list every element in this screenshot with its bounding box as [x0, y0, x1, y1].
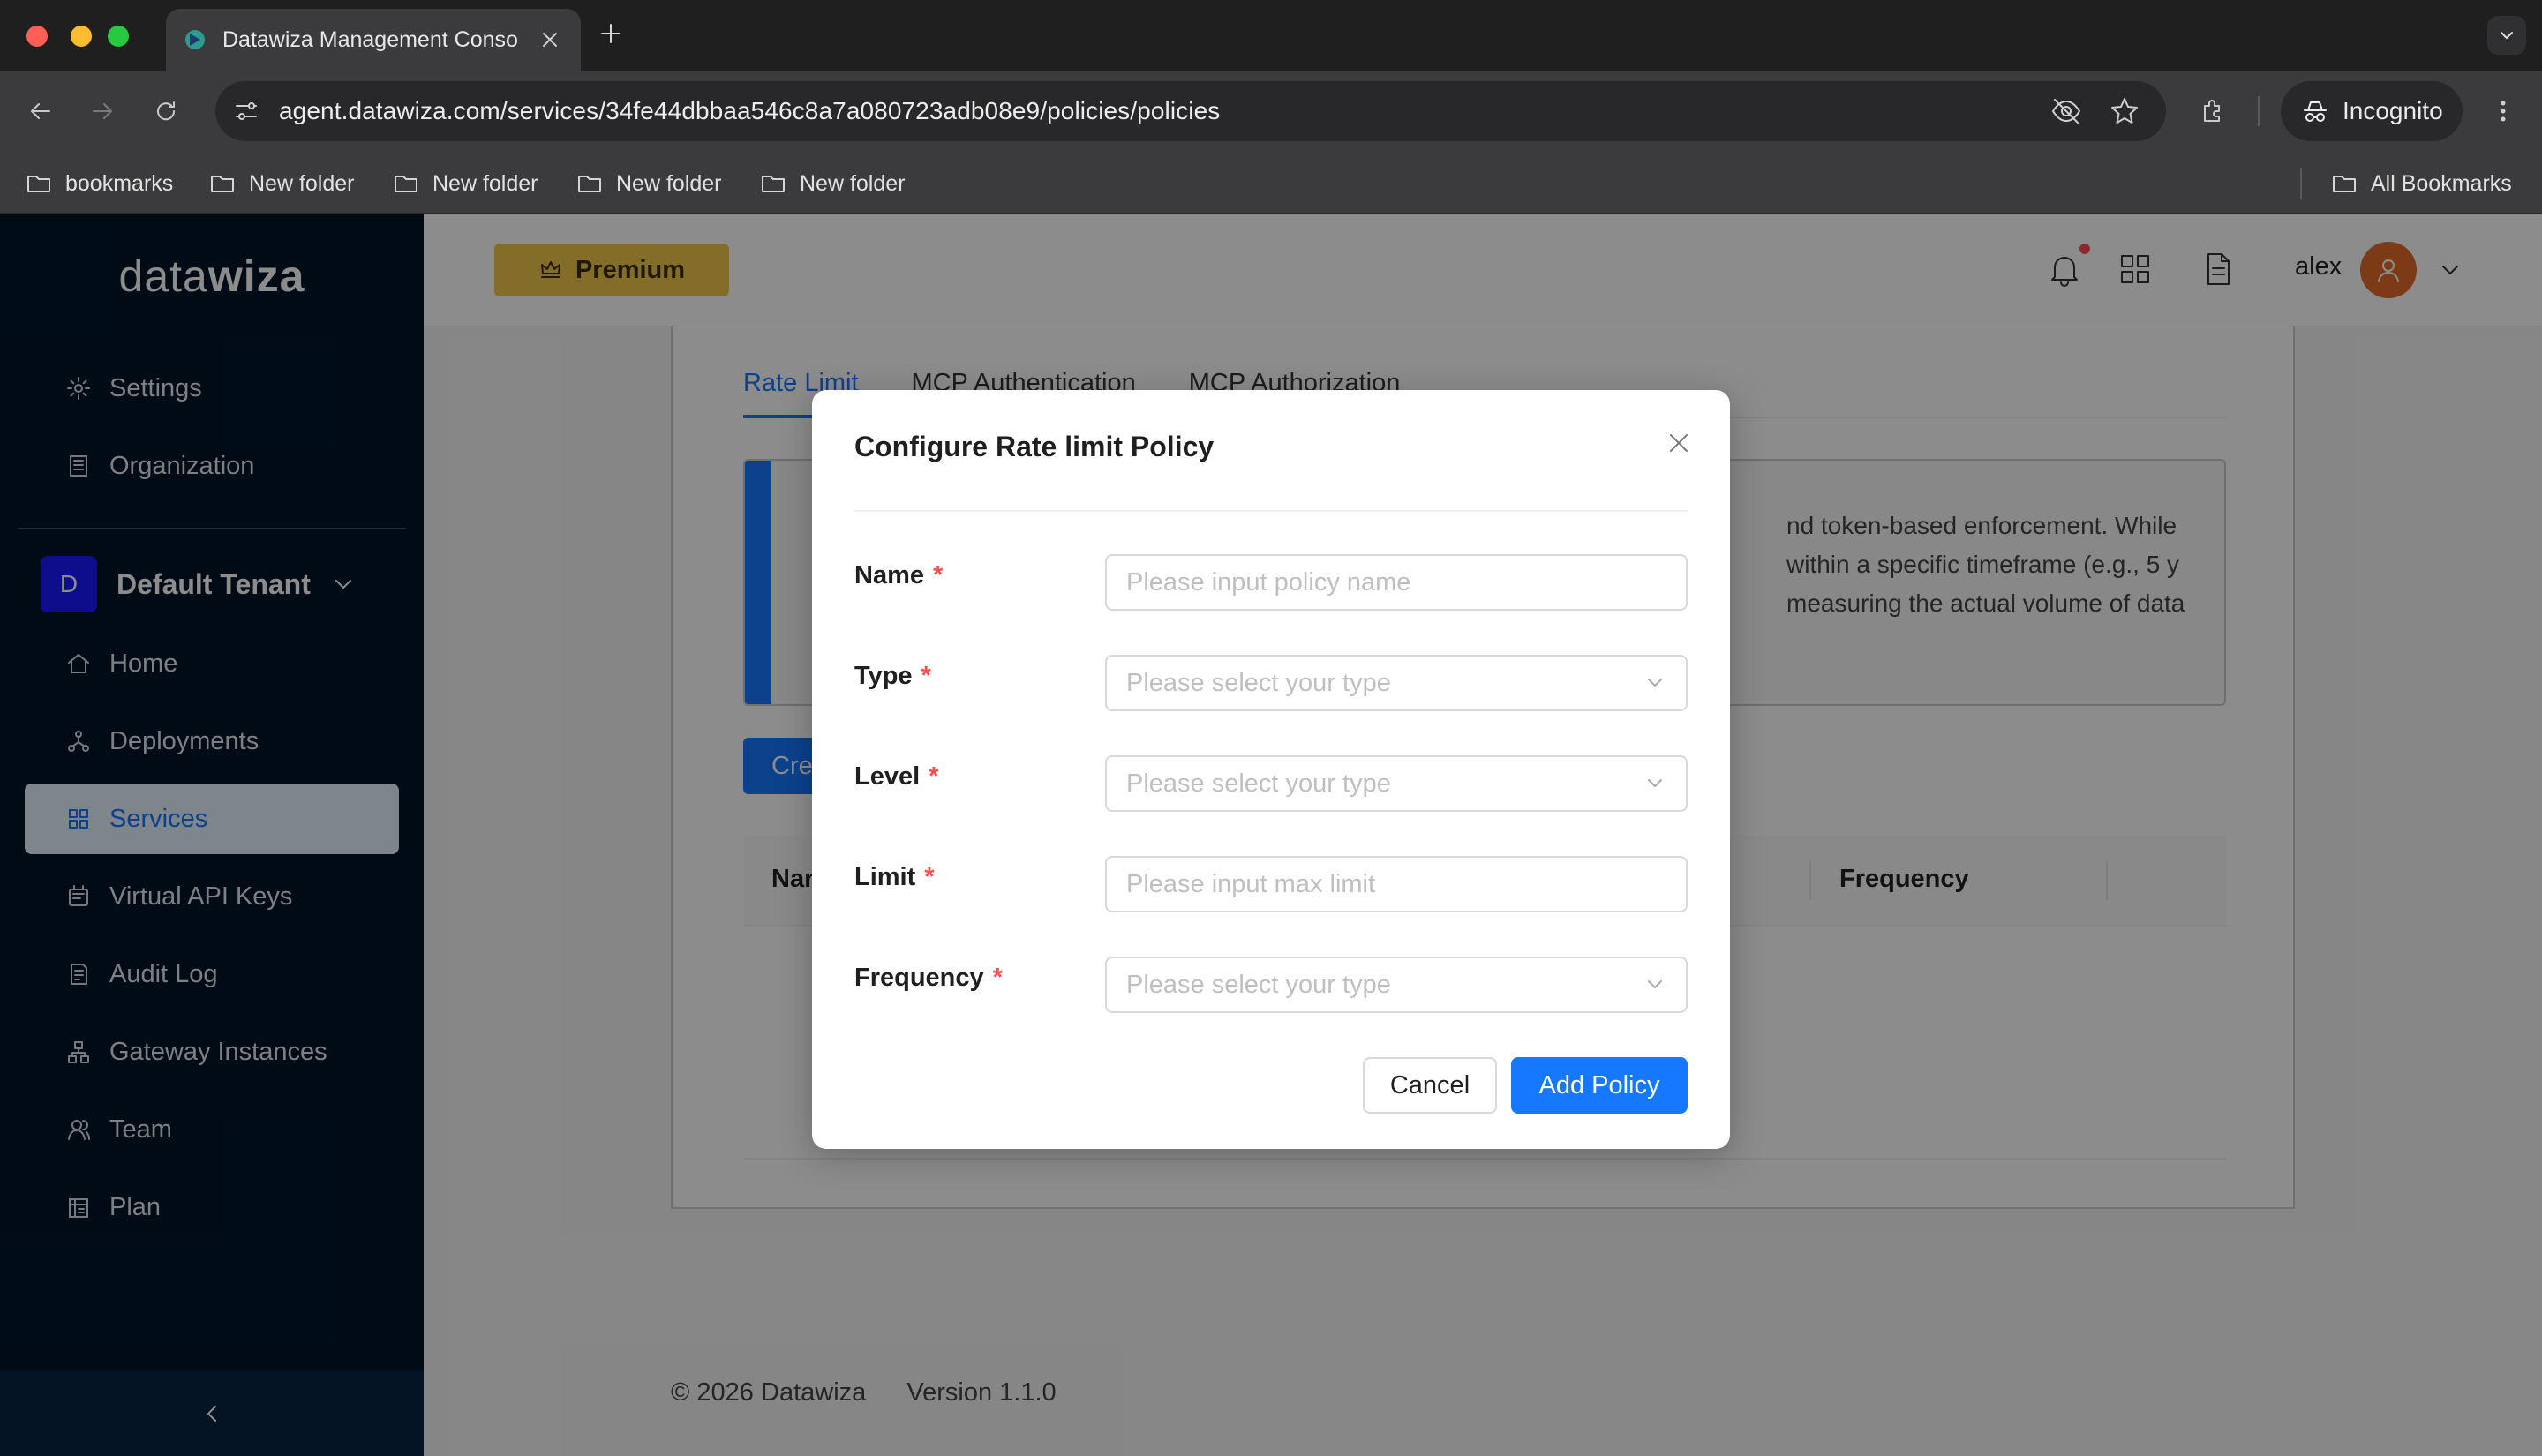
add-policy-button[interactable]: Add Policy — [1511, 1057, 1688, 1114]
datawiza-favicon-icon — [184, 28, 207, 51]
bookmark-folder[interactable]: New folder — [759, 166, 906, 201]
all-bookmarks-label: All Bookmarks — [2371, 170, 2512, 196]
reload-icon — [157, 101, 176, 121]
folder-icon — [211, 176, 234, 192]
address-bar[interactable]: agent.datawiza.com/services/34fe44dbbaa5… — [215, 81, 2166, 141]
arrow-left-icon — [31, 103, 50, 119]
toolbar-divider — [2258, 96, 2260, 126]
reload-button[interactable] — [148, 94, 184, 129]
field-label: Frequency * — [854, 964, 1003, 992]
bookmarks-bar: bookmarks New folder New folder New fold… — [0, 152, 2542, 214]
select-placeholder: Please select your type — [1126, 668, 1391, 697]
bookmark-label: New folder — [432, 170, 538, 196]
bookmark-folder[interactable]: New folder — [575, 166, 722, 201]
field-label: Name * — [854, 561, 944, 589]
form-row-name: Name * — [854, 554, 1688, 611]
bookmarks-divider — [2300, 168, 2302, 199]
incognito-indicator[interactable]: Incognito — [2281, 81, 2463, 141]
incognito-label: Incognito — [2343, 97, 2443, 124]
form-row-level: Level * Please select your type — [854, 755, 1688, 812]
browser-menu-button[interactable] — [2486, 94, 2521, 129]
form-row-limit: Limit * — [854, 856, 1688, 912]
type-select[interactable]: Please select your type — [1105, 655, 1688, 711]
frequency-select[interactable]: Please select your type — [1105, 957, 1688, 1013]
policy-name-input[interactable] — [1126, 567, 1666, 597]
modal-divider — [854, 510, 1688, 512]
limit-field[interactable] — [1105, 856, 1688, 912]
kebab-menu-icon — [2501, 101, 2506, 122]
field-label: Level * — [854, 762, 939, 791]
field-label: Limit * — [854, 863, 935, 891]
configure-rate-limit-modal: Configure Rate limit Policy Name* Type* … — [812, 390, 1730, 1149]
folder-icon — [578, 176, 601, 192]
modal-title: Configure Rate limit Policy — [854, 431, 1215, 462]
browser-tab[interactable]: Datawiza Management Conso — [166, 9, 581, 71]
select-placeholder: Please select your type — [1126, 769, 1391, 798]
bookmark-label: New folder — [616, 170, 722, 196]
field-label: Type * — [854, 662, 931, 690]
browser-tab-strip: Datawiza Management Conso — [0, 0, 2542, 71]
puzzle-icon — [2204, 100, 2220, 122]
site-settings-icon[interactable] — [231, 96, 261, 126]
chevron-down-icon — [1648, 679, 1662, 687]
forward-button[interactable] — [85, 94, 120, 129]
select-placeholder: Please select your type — [1126, 970, 1391, 999]
form-row-type: Type * Please select your type — [854, 655, 1688, 711]
max-limit-input[interactable] — [1126, 869, 1666, 899]
chevron-down-icon — [1648, 980, 1662, 988]
back-button[interactable] — [23, 94, 58, 129]
close-tab-icon[interactable] — [537, 26, 563, 53]
arrow-right-icon — [93, 103, 112, 119]
required-asterisk: * — [933, 561, 944, 589]
tab-title: Datawiza Management Conso — [222, 26, 518, 52]
eye-off-icon[interactable] — [2049, 94, 2083, 128]
bookmark-label: New folder — [800, 170, 906, 196]
close-window-button[interactable] — [26, 26, 48, 47]
form-row-frequency: Frequency * Please select your type — [854, 957, 1688, 1013]
folder-icon — [27, 176, 50, 192]
required-asterisk: * — [921, 662, 931, 690]
policy-name-field[interactable] — [1105, 554, 1688, 611]
incognito-icon — [2304, 101, 2327, 122]
bookmark-folder[interactable]: New folder — [208, 166, 355, 201]
required-asterisk: * — [929, 762, 939, 791]
bookmark-label: bookmarks — [65, 170, 174, 196]
bookmark-star-icon[interactable] — [2108, 94, 2141, 128]
required-asterisk: * — [992, 964, 1003, 992]
bookmark-folder[interactable]: bookmarks — [25, 166, 173, 201]
required-asterisk: * — [924, 863, 935, 891]
folder-icon — [762, 176, 785, 192]
chevron-down-icon — [2501, 32, 2513, 39]
extensions-button[interactable] — [2194, 94, 2230, 129]
cancel-button[interactable]: Cancel — [1363, 1057, 1497, 1114]
folder-icon — [395, 176, 417, 192]
minimize-window-button[interactable] — [71, 26, 92, 47]
bookmark-label: New folder — [249, 170, 355, 196]
new-tab-icon[interactable] — [597, 19, 625, 48]
url-text[interactable]: agent.datawiza.com/services/34fe44dbbaa5… — [279, 97, 2049, 125]
folder-icon — [2333, 176, 2356, 192]
all-bookmarks-folder[interactable]: All Bookmarks — [2330, 166, 2512, 201]
chevron-down-icon — [1648, 779, 1662, 787]
bookmark-folder[interactable]: New folder — [392, 166, 538, 201]
level-select[interactable]: Please select your type — [1105, 755, 1688, 812]
maximize-window-button[interactable] — [108, 26, 129, 47]
tab-search-button[interactable] — [2487, 16, 2526, 55]
close-icon[interactable] — [1661, 425, 1696, 461]
